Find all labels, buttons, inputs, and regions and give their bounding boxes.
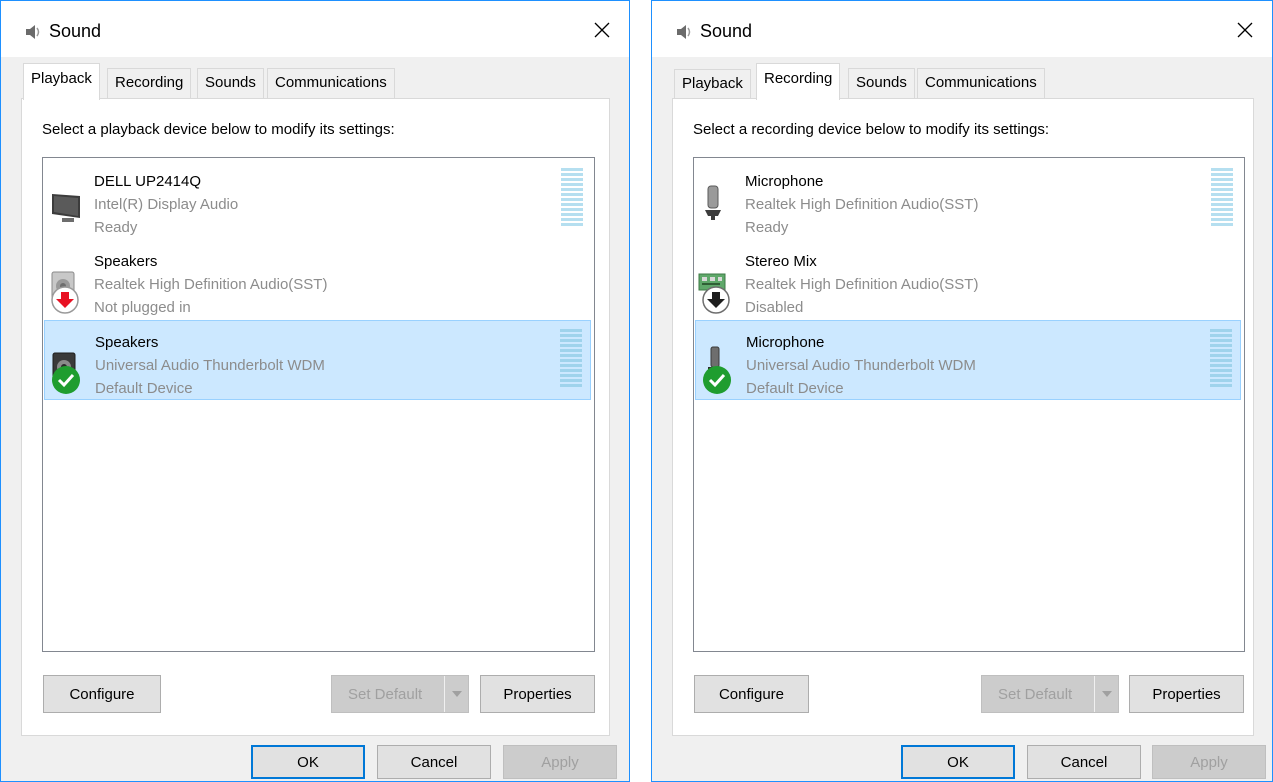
- close-button[interactable]: [587, 15, 617, 45]
- level-meter: [561, 168, 583, 226]
- apply-button[interactable]: Apply: [503, 745, 617, 779]
- speaker-app-icon: [26, 25, 40, 39]
- tab-communications[interactable]: Communications: [267, 68, 395, 98]
- ok-button[interactable]: OK: [901, 745, 1015, 779]
- tab-communications[interactable]: Communications: [917, 68, 1045, 98]
- close-icon: [594, 22, 610, 38]
- chevron-down-icon: [451, 691, 462, 697]
- level-meter: [1211, 168, 1233, 226]
- black-down-arrow-badge-icon: [702, 286, 730, 314]
- level-meter: [1210, 329, 1232, 387]
- close-button[interactable]: [1230, 15, 1260, 45]
- tab-recording[interactable]: Recording: [107, 68, 192, 98]
- configure-button[interactable]: Configure: [694, 675, 809, 713]
- apply-button[interactable]: Apply: [1152, 745, 1266, 779]
- title-bar[interactable]: Sound: [652, 1, 1272, 57]
- list-item[interactable]: Speakers Realtek High Definition Audio(S…: [44, 240, 591, 320]
- device-status: Not plugged in: [94, 299, 191, 316]
- tab-sounds[interactable]: Sounds: [848, 68, 915, 98]
- chevron-down-icon: [1101, 691, 1112, 697]
- properties-button[interactable]: Properties: [480, 675, 595, 713]
- set-default-dropdown[interactable]: [1094, 676, 1118, 712]
- device-name: DELL UP2414Q: [94, 173, 202, 190]
- device-name: Speakers: [94, 253, 158, 270]
- red-down-arrow-badge-icon: [51, 286, 79, 314]
- device-driver: Realtek High Definition Audio(SST): [94, 276, 328, 293]
- list-item-selected[interactable]: Speakers Universal Audio Thunderbolt WDM…: [44, 320, 591, 400]
- device-list[interactable]: Microphone Realtek High Definition Audio…: [693, 157, 1245, 652]
- device-list[interactable]: DELL UP2414Q Intel(R) Display Audio Read…: [42, 157, 595, 652]
- configure-button[interactable]: Configure: [43, 675, 161, 713]
- device-driver: Universal Audio Thunderbolt WDM: [746, 357, 976, 374]
- device-status: Disabled: [745, 299, 804, 316]
- speaker-app-icon: [677, 25, 691, 39]
- list-item[interactable]: DELL UP2414Q Intel(R) Display Audio Read…: [44, 160, 591, 240]
- device-driver: Realtek High Definition Audio(SST): [745, 196, 979, 213]
- instruction-text: Select a playback device below to modify…: [42, 121, 395, 138]
- list-item[interactable]: Microphone Realtek High Definition Audio…: [695, 160, 1241, 240]
- device-status: Default Device: [95, 380, 193, 397]
- monitor-icon: [52, 194, 80, 222]
- device-driver: Realtek High Definition Audio(SST): [745, 276, 979, 293]
- microphone-icon: [705, 185, 721, 220]
- green-check-badge-icon: [703, 366, 731, 394]
- set-default-label: Set Default: [348, 685, 423, 703]
- window-title: Sound: [700, 21, 753, 41]
- tab-playback[interactable]: Playback: [23, 63, 100, 100]
- tab-panel: Select a playback device below to modify…: [21, 98, 610, 736]
- cancel-button[interactable]: Cancel: [377, 745, 491, 779]
- set-default-split-button[interactable]: Set Default: [331, 675, 469, 713]
- tab-sounds[interactable]: Sounds: [197, 68, 264, 98]
- tab-panel: Select a recording device below to modif…: [672, 98, 1254, 736]
- list-item-selected[interactable]: Microphone Universal Audio Thunderbolt W…: [695, 320, 1241, 400]
- device-driver: Universal Audio Thunderbolt WDM: [95, 357, 325, 374]
- device-status: Ready: [94, 219, 138, 236]
- title-bar[interactable]: Sound: [1, 1, 629, 57]
- set-default-label: Set Default: [998, 685, 1073, 703]
- tab-playback[interactable]: Playback: [674, 69, 751, 99]
- sound-window-recording: Sound Playback Recording Sounds Communic…: [651, 0, 1273, 782]
- device-status: Ready: [745, 219, 789, 236]
- device-name: Microphone: [745, 173, 824, 190]
- properties-button[interactable]: Properties: [1129, 675, 1244, 713]
- set-default-split-button[interactable]: Set Default: [981, 675, 1119, 713]
- cancel-button[interactable]: Cancel: [1027, 745, 1141, 779]
- device-name: Microphone: [746, 334, 825, 351]
- green-check-badge-icon: [52, 366, 80, 394]
- level-meter: [560, 329, 582, 387]
- close-icon: [1237, 22, 1253, 38]
- set-default-dropdown[interactable]: [444, 676, 468, 712]
- window-title: Sound: [49, 21, 102, 41]
- device-name: Stereo Mix: [745, 253, 817, 270]
- device-driver: Intel(R) Display Audio: [94, 196, 239, 213]
- instruction-text: Select a recording device below to modif…: [693, 121, 1050, 138]
- device-status: Default Device: [746, 380, 844, 397]
- list-item[interactable]: Stereo Mix Realtek High Definition Audio…: [695, 240, 1241, 320]
- tab-recording[interactable]: Recording: [756, 63, 841, 100]
- ok-button[interactable]: OK: [251, 745, 365, 779]
- sound-window-playback: Sound Playback Recording Sounds Communic…: [0, 0, 630, 782]
- device-name: Speakers: [95, 334, 159, 351]
